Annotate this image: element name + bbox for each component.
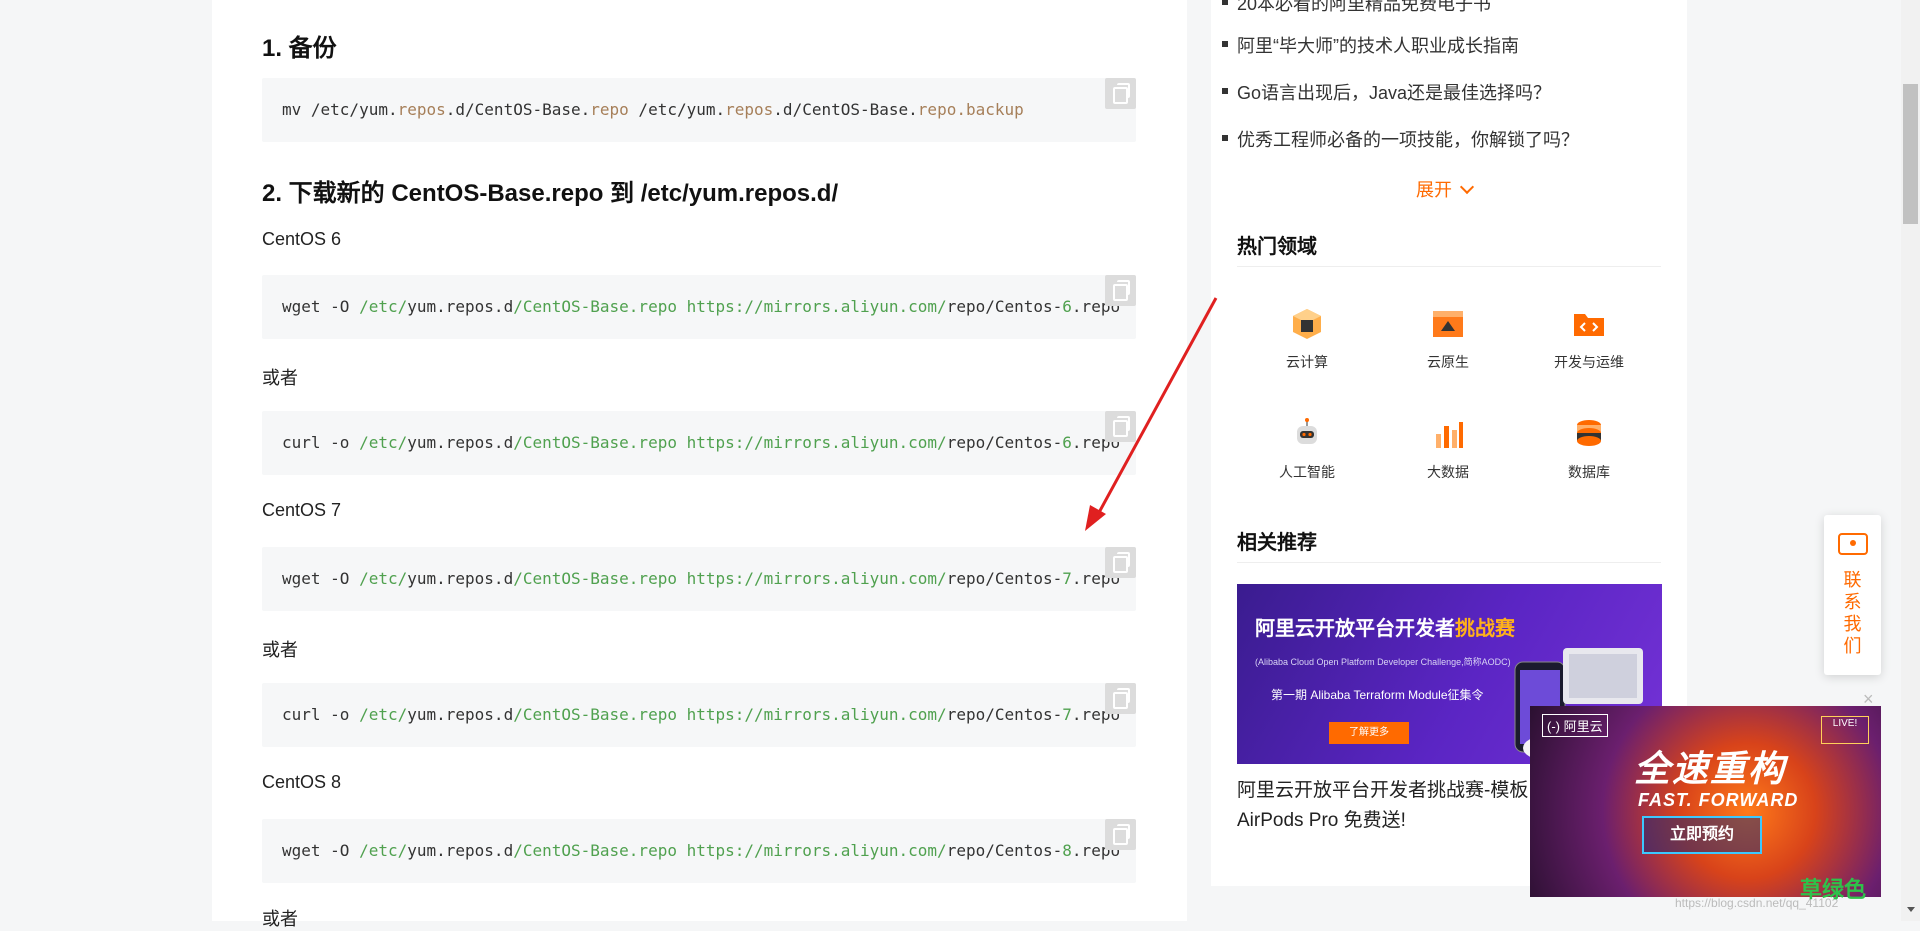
ad-subheadline: FAST. FORWARD: [1638, 790, 1799, 810]
contact-icon: [1837, 533, 1868, 555]
promo-ad[interactable]: (-) 阿里云 LIVE! 全速重构 FAST. FORWARD 立即预约: [1530, 706, 1881, 897]
watermark-text: 草绿色: [1800, 877, 1867, 902]
live-badge: LIVE!: [1821, 716, 1869, 744]
scrollbar[interactable]: [1901, 0, 1920, 921]
contact-label: 联系我们: [1843, 570, 1862, 656]
contact-us-button[interactable]: 联系我们: [1824, 515, 1881, 675]
ad-headline: 全速重构: [1634, 748, 1787, 789]
scrollbar-thumb[interactable]: [1903, 84, 1918, 224]
ad-cta-button[interactable]: 立即预约: [1642, 816, 1762, 854]
aliyun-logo: (-) 阿里云: [1542, 714, 1608, 737]
scroll-down-icon[interactable]: [1907, 907, 1915, 912]
